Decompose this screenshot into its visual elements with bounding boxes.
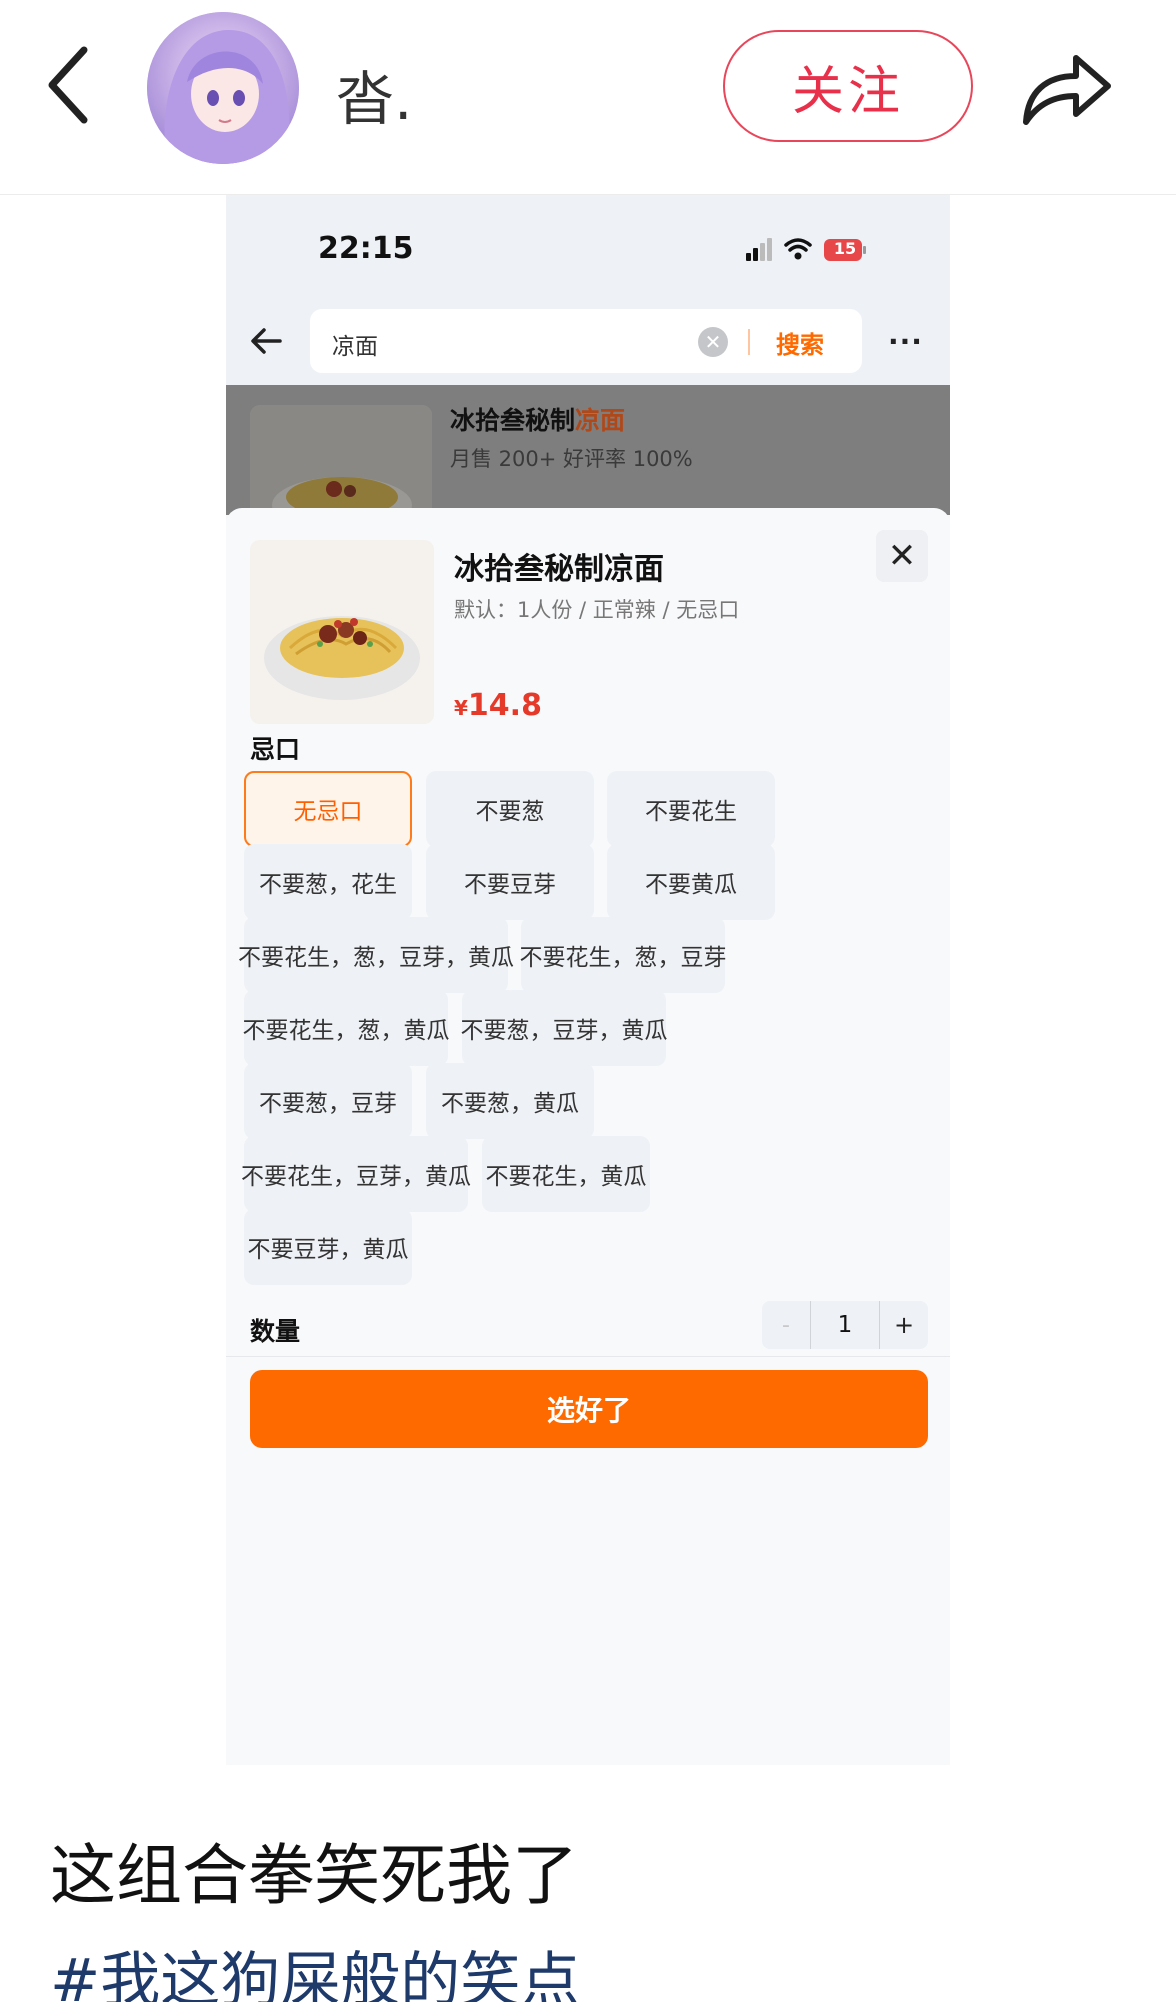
quantity-stepper: - 1 +	[762, 1301, 928, 1349]
price-value: 14.8	[467, 688, 542, 723]
option-chip[interactable]: 不要花生，葱，豆芽	[520, 917, 727, 993]
section-label-diet: 忌口	[250, 735, 301, 764]
search-row: 凉面 ✕ 搜索 ···	[226, 295, 950, 385]
option-chip[interactable]: 不要葱，花生	[244, 844, 412, 920]
option-chip[interactable]: 不要黄瓜	[607, 844, 775, 920]
default-spec: 默认：1人份 / 正常辣 / 无忌口	[454, 598, 740, 622]
quantity-label: 数量	[250, 1317, 301, 1346]
status-time: 22:15	[318, 231, 414, 266]
option-chip[interactable]: 不要豆芽，黄瓜	[244, 1209, 412, 1285]
search-input[interactable]: 凉面 ✕ 搜索	[310, 309, 862, 373]
username[interactable]: 沓.	[336, 52, 412, 136]
option-chip[interactable]: 不要花生，葱，黄瓜	[243, 990, 450, 1066]
result-subtitle: 月售 200+ 好评率 100%	[450, 447, 693, 471]
option-chip[interactable]: 不要花生，豆芽，黄瓜	[241, 1136, 471, 1212]
option-chip[interactable]: 无忌口	[244, 771, 412, 847]
divider	[226, 1356, 950, 1357]
result-title: 冰拾叁秘制凉面	[450, 401, 625, 437]
quantity-value: 1	[810, 1301, 880, 1349]
battery-level: 15	[833, 239, 857, 258]
spec-sheet: 冰拾叁秘制凉面 默认：1人份 / 正常辣 / 无忌口 ¥14.8 ✕ 忌口 无忌…	[226, 508, 950, 1765]
more-icon[interactable]: ···	[888, 325, 923, 358]
follow-button[interactable]: 关注	[723, 30, 973, 142]
option-chip[interactable]: 不要花生，黄瓜	[482, 1136, 650, 1212]
product-price: ¥14.8	[454, 688, 542, 723]
avatar[interactable]	[147, 12, 299, 164]
option-chip[interactable]: 不要葱，黄瓜	[426, 1063, 594, 1139]
hashtag-link[interactable]: #我这狗屎般的笑点	[50, 1932, 580, 2002]
status-icons: 15	[744, 235, 874, 265]
embedded-screenshot: 22:15 15 凉面 ✕ 搜索 ··· 冰拾叁秘制凉面 月售 200+ 好评率…	[226, 195, 950, 1765]
option-chip[interactable]: 不要葱，豆芽，黄瓜	[461, 990, 668, 1066]
decrement-button[interactable]: -	[762, 1301, 810, 1349]
signal-icon	[746, 238, 772, 261]
price-currency: ¥	[454, 696, 468, 720]
product-name: 冰拾叁秘制凉面	[454, 552, 664, 587]
option-chip[interactable]: 不要花生，葱，豆芽，黄瓜	[238, 917, 514, 993]
back-chevron-icon[interactable]	[40, 40, 100, 130]
search-button[interactable]: 搜索	[776, 325, 824, 360]
option-chip[interactable]: 不要豆芽	[426, 844, 594, 920]
result-title-highlight: 凉面	[575, 406, 626, 435]
status-bar: 22:15 15	[226, 195, 950, 295]
search-divider	[748, 329, 750, 355]
back-arrow-icon[interactable]	[248, 323, 284, 359]
result-title-prefix: 冰拾叁秘制	[450, 406, 576, 435]
post-header: 沓. 关注	[0, 0, 1176, 195]
option-chip[interactable]: 不要葱	[426, 771, 594, 847]
search-result-item[interactable]: 冰拾叁秘制凉面 月售 200+ 好评率 100%	[226, 385, 950, 535]
search-query: 凉面	[332, 334, 378, 360]
clear-icon[interactable]: ✕	[698, 327, 728, 357]
share-arrow-icon[interactable]	[1016, 36, 1116, 136]
option-chip[interactable]: 不要花生	[607, 771, 775, 847]
close-icon[interactable]: ✕	[876, 530, 928, 582]
increment-button[interactable]: +	[880, 1301, 928, 1349]
confirm-button[interactable]: 选好了	[250, 1370, 928, 1448]
post-caption: 这组合拳笑死我了	[50, 1837, 578, 1914]
wifi-icon	[784, 238, 812, 260]
product-image	[250, 540, 434, 724]
option-chip[interactable]: 不要葱，豆芽	[244, 1063, 412, 1139]
